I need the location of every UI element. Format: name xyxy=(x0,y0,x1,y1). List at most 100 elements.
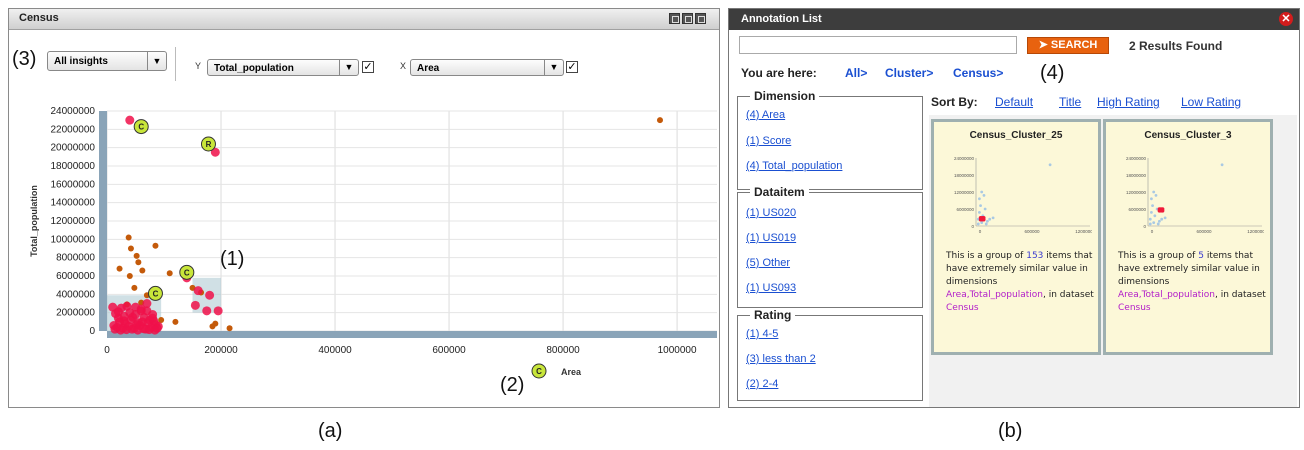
thumb-x-tick: 0 xyxy=(1151,229,1154,234)
callout-1: (1) xyxy=(220,248,245,270)
thumb-y-tick: 24000000 xyxy=(954,156,975,161)
facet-link[interactable]: (1) US020 xyxy=(746,207,796,219)
sort-high-rating[interactable]: High Rating xyxy=(1097,95,1160,109)
chevron-down-icon[interactable]: ▼ xyxy=(544,60,563,75)
dimension-names: Area,Total_population xyxy=(946,290,1043,300)
cluster-point xyxy=(148,313,158,323)
x-axis-label: Area xyxy=(561,367,582,377)
cluster-point xyxy=(190,300,200,310)
facet-link[interactable]: (3) less than 2 xyxy=(746,353,816,365)
x-axis-prefix: X xyxy=(400,61,407,71)
thumb-point xyxy=(980,190,984,194)
chevron-down-icon[interactable]: ▼ xyxy=(147,52,166,70)
sort-default[interactable]: Default xyxy=(995,95,1033,109)
dataset-name: Census xyxy=(1118,303,1151,313)
facet-link[interactable]: (1) US093 xyxy=(746,282,796,294)
x-tick-label: 1000000 xyxy=(658,345,697,356)
thumb-y-tick: 6000000 xyxy=(1128,207,1146,212)
cluster-point xyxy=(205,290,215,300)
annotation-titlebar[interactable]: Annotation List ✕ xyxy=(729,9,1299,30)
y-enable-checkbox[interactable]: ✓ xyxy=(362,61,374,73)
close-window-icon[interactable] xyxy=(695,13,706,24)
card-thumbnail: 24000000 18000000 12000000 6000000 00 600000 1… xyxy=(1126,156,1264,234)
thumb-point xyxy=(1150,211,1153,214)
card-description: This is a group of 153 items that have e… xyxy=(946,250,1094,315)
data-point xyxy=(135,259,142,266)
thumb-point xyxy=(1152,190,1156,194)
thumb-point xyxy=(986,219,989,223)
thumb-point xyxy=(978,197,981,201)
facet-link[interactable]: (5) Other xyxy=(746,257,790,269)
thumb-y-tick: 24000000 xyxy=(1126,156,1147,161)
facet-group-title: Rating xyxy=(750,308,796,322)
thumb-point xyxy=(988,217,992,221)
facet-group-title: Dimension xyxy=(750,89,820,103)
insight-select[interactable]: All insights ▼ xyxy=(47,51,167,71)
facet-group-title: Dataitem xyxy=(750,185,809,199)
sort-title[interactable]: Title xyxy=(1059,95,1081,109)
scatter-plot[interactable]: 0200000040000006000000800000010000000120… xyxy=(9,99,719,399)
facet-link[interactable]: (1) 4-5 xyxy=(746,328,778,340)
y-tick-label: 14000000 xyxy=(51,198,96,209)
thumb-point xyxy=(1153,214,1157,218)
cluster-point xyxy=(213,306,223,316)
facet-link[interactable]: (4) Total_population xyxy=(746,160,842,172)
thumb-x-tick: 0 xyxy=(979,229,982,234)
census-window: Census All insights ▼ Y Total_population… xyxy=(8,8,720,408)
facet-link[interactable]: (1) US019 xyxy=(746,232,796,244)
search-button[interactable]: ➤ SEARCH xyxy=(1027,37,1109,54)
y-tick-label: 12000000 xyxy=(51,216,96,227)
thumb-y-tick: 6000000 xyxy=(956,207,974,212)
thumb-point xyxy=(1163,216,1167,220)
annotation-marker-label: R xyxy=(206,140,212,149)
x-enable-checkbox[interactable]: ✓ xyxy=(566,61,578,73)
maximize-icon[interactable] xyxy=(682,13,693,24)
census-title: Census xyxy=(19,12,59,24)
census-titlebar[interactable]: Census xyxy=(9,9,719,30)
annotation-title: Annotation List xyxy=(741,13,822,25)
dimension-names: Area,Total_population xyxy=(1118,290,1215,300)
thumb-cluster-point xyxy=(1160,209,1165,213)
chevron-down-icon[interactable]: ▼ xyxy=(339,60,358,75)
card-description: This is a group of 5 items that have ext… xyxy=(1118,250,1266,315)
results-area: Census_Cluster_25 24000000 18000000 120000… xyxy=(929,115,1297,407)
facet-link[interactable]: (2) 2-4 xyxy=(746,378,778,390)
thumb-y-tick: 0 xyxy=(971,224,974,229)
x-tick-label: 200000 xyxy=(204,345,238,356)
y-tick-label: 0 xyxy=(89,326,95,337)
data-point xyxy=(656,117,663,124)
dataset-name: Census xyxy=(946,303,979,313)
thumb-x-tick: 600000 xyxy=(1024,229,1040,234)
thumb-y-tick: 0 xyxy=(1143,224,1146,229)
y-axis-bar xyxy=(99,111,107,331)
y-axis-prefix: Y xyxy=(195,61,202,71)
thumb-point xyxy=(1148,222,1152,226)
callout-4: (4) xyxy=(1040,62,1065,84)
y-select-value: Total_population xyxy=(214,63,294,74)
y-tick-label: 24000000 xyxy=(51,106,96,117)
data-point xyxy=(116,265,123,272)
data-point xyxy=(133,252,140,259)
data-point xyxy=(152,242,159,249)
breadcrumb-all[interactable]: All> xyxy=(845,66,867,80)
minimize-icon[interactable] xyxy=(669,13,680,24)
callout-2: (2) xyxy=(500,374,525,396)
data-point xyxy=(212,320,219,327)
result-card[interactable]: Census_Cluster_25 24000000 18000000 120000… xyxy=(931,119,1101,355)
thumb-y-tick: 12000000 xyxy=(954,190,975,195)
x-dimension-select[interactable]: Area ▼ xyxy=(410,59,564,76)
thumb-x-tick: 1200000 xyxy=(1075,229,1092,234)
sort-label: Sort By: xyxy=(931,95,978,109)
facet-link[interactable]: (1) Score xyxy=(746,135,791,147)
close-icon[interactable]: ✕ xyxy=(1279,12,1293,26)
thumb-point xyxy=(978,211,981,214)
search-input[interactable] xyxy=(739,36,1017,54)
breadcrumb-census[interactable]: Census> xyxy=(953,66,1003,80)
sort-low-rating[interactable]: Low Rating xyxy=(1181,95,1241,109)
breadcrumb-cluster[interactable]: Cluster> xyxy=(885,66,933,80)
facet-link[interactable]: (4) Area xyxy=(746,109,785,121)
y-tick-label: 10000000 xyxy=(51,234,96,245)
result-card[interactable]: Census_Cluster_3 24000000 18000000 1200000… xyxy=(1103,119,1273,355)
y-dimension-select[interactable]: Total_population ▼ xyxy=(207,59,359,76)
desc-text: , in dataset xyxy=(1042,290,1094,300)
